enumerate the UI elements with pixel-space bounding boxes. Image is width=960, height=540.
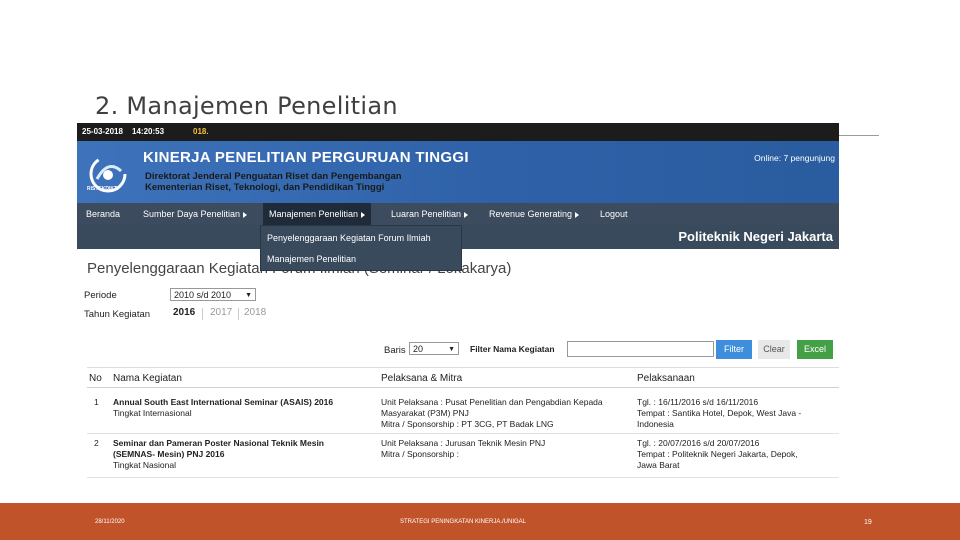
year-tab-2017[interactable]: 2017 bbox=[210, 307, 232, 318]
row-no: 2 bbox=[94, 438, 99, 448]
app-screenshot: 25-03-2018 14:20:53 018. RISTEKDIKTI KIN… bbox=[77, 123, 839, 485]
menu-label: Luaran Penelitian bbox=[391, 209, 462, 219]
filter-label: Filter Nama Kegiatan bbox=[470, 344, 555, 354]
submenu-item-forum-ilmiah[interactable]: Penyelenggaraan Kegiatan Forum Ilmiah bbox=[267, 233, 431, 243]
row-pelaksanaan: Tgl. : 16/11/2016 s/d 16/11/2016 Tempat … bbox=[637, 397, 835, 430]
periode-value: 2010 s/d 2010 bbox=[174, 290, 232, 300]
footer-text: STRATEGI PENINGKATAN KINERJA./UNIGAL bbox=[400, 519, 527, 525]
online-visitors: Online: 7 pengunjung bbox=[754, 153, 835, 163]
row-tempat-2: Jawa Barat bbox=[637, 460, 680, 470]
top-status-bar: 25-03-2018 14:20:53 018. bbox=[77, 123, 839, 141]
row-level: Tingkat Nasional bbox=[113, 460, 176, 470]
caret-right-icon bbox=[243, 211, 248, 218]
menu-item-beranda[interactable]: Beranda bbox=[86, 203, 120, 225]
banner-subtitle-line-1: Direktorat Jenderal Penguatan Riset dan … bbox=[145, 171, 402, 182]
baris-label: Baris bbox=[384, 345, 406, 356]
menu-item-manajemen[interactable]: Manajemen Penelitian bbox=[263, 203, 372, 225]
institution-name: Politeknik Negeri Jakarta bbox=[678, 229, 833, 244]
caret-right-icon bbox=[575, 211, 580, 218]
main-menu: Beranda Sumber Daya Penelitian Manajemen… bbox=[77, 203, 839, 225]
clear-button[interactable]: Clear bbox=[758, 340, 790, 359]
table-header-border bbox=[87, 387, 839, 388]
banner-title: KINERJA PENELITIAN PERGURUAN TINGGI bbox=[143, 149, 469, 166]
submenu-dropdown: Penyelenggaraan Kegiatan Forum Ilmiah Ma… bbox=[260, 225, 462, 271]
menu-item-sumber-daya[interactable]: Sumber Daya Penelitian bbox=[143, 203, 248, 225]
row-nama: Seminar dan Pameran Poster Nasional Tekn… bbox=[113, 438, 373, 471]
menu-item-luaran[interactable]: Luaran Penelitian bbox=[391, 203, 469, 225]
row-unit-2: Masyarakat (P3M) PNJ bbox=[381, 408, 469, 418]
column-header-nama: Nama Kegiatan bbox=[113, 373, 182, 384]
menu-item-revenue[interactable]: Revenue Generating bbox=[489, 203, 580, 225]
row-tgl: Tgl. : 16/11/2016 s/d 16/11/2016 bbox=[637, 397, 759, 407]
periode-select[interactable]: 2010 s/d 2010 ▼ bbox=[170, 288, 256, 301]
banner-subtitle-line-2: Kementerian Riset, Teknologi, dan Pendid… bbox=[145, 182, 385, 193]
row-nama-text-2[interactable]: (SEMNAS- Mesin) PNJ 2016 bbox=[113, 449, 224, 459]
baris-select[interactable]: 20 ▼ bbox=[409, 342, 459, 355]
time-text: 14:20:53 bbox=[132, 127, 165, 136]
row-nama-text[interactable]: Seminar dan Pameran Poster Nasional Tekn… bbox=[113, 438, 324, 448]
caret-right-icon bbox=[361, 211, 366, 218]
row-no: 1 bbox=[94, 397, 99, 407]
filter-input[interactable] bbox=[567, 341, 714, 357]
menu-label: Sumber Daya Penelitian bbox=[143, 209, 241, 219]
tahun-label: Tahun Kegiatan bbox=[84, 309, 151, 320]
column-header-pelaksanaan: Pelaksanaan bbox=[637, 373, 695, 384]
year-tab-2016[interactable]: 2016 bbox=[173, 307, 195, 318]
row-pelaksana: Unit Pelaksana : Pusat Penelitian dan Pe… bbox=[381, 397, 631, 430]
row-level: Tingkat Internasional bbox=[113, 408, 192, 418]
row-nama: Annual South East International Seminar … bbox=[113, 397, 373, 419]
submenu-item-manajemen[interactable]: Manajemen Penelitian bbox=[267, 254, 356, 264]
row-unit: Unit Pelaksana : Pusat Penelitian dan Pe… bbox=[381, 397, 603, 407]
column-header-pelaksana: Pelaksana & Mitra bbox=[381, 373, 463, 384]
banner-subtitle: Direktorat Jenderal Penguatan Riset dan … bbox=[145, 171, 475, 193]
row-mitra: Mitra / Sponsorship : bbox=[381, 449, 459, 459]
slide-footer: 28/11/2020 STRATEGI PENINGKATAN KINERJA.… bbox=[0, 503, 960, 540]
slide-title: 2. Manajemen Penelitian bbox=[95, 92, 398, 120]
row-mitra: Mitra / Sponsorship : PT 3CG, PT Badak L… bbox=[381, 419, 554, 429]
baris-value: 20 bbox=[413, 344, 424, 354]
year-separator bbox=[202, 308, 203, 320]
logo-text: RISTEKDIKTI bbox=[87, 186, 119, 192]
dropdown-arrow-icon: ▼ bbox=[448, 346, 455, 353]
year-separator bbox=[238, 308, 239, 320]
row-unit: Unit Pelaksana : Jurusan Teknik Mesin PN… bbox=[381, 438, 546, 448]
menu-label: Logout bbox=[600, 209, 628, 219]
table-top-border bbox=[87, 367, 839, 368]
menu-item-logout[interactable]: Logout bbox=[600, 203, 628, 225]
menu-label: Manajemen Penelitian bbox=[269, 209, 359, 219]
row-nama-text[interactable]: Annual South East International Seminar … bbox=[113, 397, 333, 407]
row-tempat-2: Indonesia bbox=[637, 419, 674, 429]
footer-date: 28/11/2020 bbox=[95, 519, 125, 525]
row-divider bbox=[87, 433, 839, 434]
year-fragment: 018. bbox=[193, 127, 209, 136]
periode-label: Periode bbox=[84, 290, 117, 301]
row-tempat: Tempat : Politeknik Negeri Jakarta, Depo… bbox=[637, 449, 798, 459]
row-divider bbox=[87, 477, 839, 478]
row-pelaksana: Unit Pelaksana : Jurusan Teknik Mesin PN… bbox=[381, 438, 631, 460]
header-banner: RISTEKDIKTI KINERJA PENELITIAN PERGURUAN… bbox=[77, 141, 839, 203]
footer-page-number: 19 bbox=[864, 519, 872, 526]
excel-button[interactable]: Excel bbox=[797, 340, 833, 359]
dropdown-arrow-icon: ▼ bbox=[245, 292, 252, 299]
filter-button[interactable]: Filter bbox=[716, 340, 752, 359]
row-pelaksanaan: Tgl. : 20/07/2016 s/d 20/07/2016 Tempat … bbox=[637, 438, 835, 471]
column-header-no: No bbox=[89, 373, 102, 384]
caret-right-icon bbox=[464, 211, 469, 218]
menu-label: Beranda bbox=[86, 209, 121, 219]
row-tempat: Tempat : Santika Hotel, Depok, West Java… bbox=[637, 408, 802, 418]
date-text: 25-03-2018 bbox=[82, 127, 123, 136]
menu-label: Revenue Generating bbox=[489, 209, 573, 219]
title-divider bbox=[835, 135, 879, 136]
year-tab-2018[interactable]: 2018 bbox=[244, 307, 266, 318]
row-tgl: Tgl. : 20/07/2016 s/d 20/07/2016 bbox=[637, 438, 760, 448]
